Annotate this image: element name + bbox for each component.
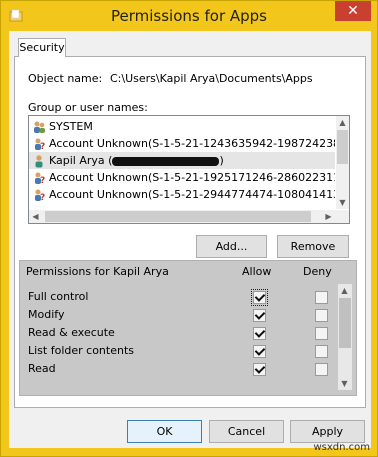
list-item-label: Account Unknown(S-1-5-21-2944774474-1080…	[49, 188, 335, 201]
deny-checkbox[interactable]	[315, 291, 328, 304]
list-item-label: Account Unknown(S-1-5-21-1925171246-2860…	[49, 171, 335, 184]
list-item-label: Account Unknown(S-1-5-21-1243635942-1987…	[49, 137, 335, 150]
redacted-email	[112, 156, 220, 166]
svg-text:?: ?	[40, 193, 45, 202]
permission-name: Read	[28, 362, 56, 375]
deny-checkbox[interactable]	[315, 345, 328, 358]
object-name-value: C:\Users\Kapil Arya\Documents\Apps	[110, 72, 313, 85]
group-icon	[34, 121, 45, 133]
tab-security[interactable]: Security	[18, 38, 66, 57]
add-button[interactable]: Add...	[196, 235, 267, 258]
scroll-down-icon[interactable]: ▼	[336, 196, 349, 209]
scroll-thumb[interactable]	[339, 298, 351, 348]
list-item[interactable]: ? Account Unknown(S-1-5-21-1243635942-19…	[29, 135, 335, 152]
close-button[interactable]: ✕	[335, 1, 371, 21]
object-name-label: Object name:	[28, 72, 103, 85]
deny-checkbox[interactable]	[315, 309, 328, 322]
allow-checkbox[interactable]	[251, 289, 268, 306]
allow-checkbox[interactable]	[253, 345, 266, 358]
list-item-selected[interactable]: Kapil Arya ()	[29, 152, 335, 169]
group-user-listbox[interactable]: SYSTEM ? Account Unknown(S-1-5-21-124363…	[28, 115, 350, 224]
user-icon	[35, 155, 43, 168]
permissions-header: Permissions for Kapil Arya	[26, 265, 169, 278]
apply-button[interactable]: Apply	[290, 420, 365, 443]
title-bar[interactable]: Permissions for Apps ✕	[1, 1, 377, 31]
permission-row-read: Read	[28, 360, 328, 378]
permission-name: Read & execute	[28, 326, 115, 339]
scroll-thumb[interactable]	[337, 130, 348, 164]
deny-column-header: Deny	[303, 265, 332, 278]
list-item-label: SYSTEM	[49, 120, 93, 133]
permissions-scrollbar[interactable]: ▲ ▼	[338, 284, 352, 390]
deny-checkbox[interactable]	[315, 363, 328, 376]
window-title: Permissions for Apps	[111, 7, 267, 25]
dialog-client-area: Security Object name: C:\Users\Kapil Ary…	[9, 31, 371, 448]
list-horizontal-scrollbar[interactable]: ◀ ▶	[29, 210, 349, 223]
scroll-up-icon[interactable]: ▲	[338, 284, 351, 297]
list-item-label: Kapil Arya (	[49, 154, 113, 167]
permission-name: Full control	[28, 290, 89, 303]
remove-button[interactable]: Remove	[277, 235, 349, 258]
list-vertical-scrollbar[interactable]: ▲ ▼	[336, 116, 349, 209]
watermark: wsxdn.com	[313, 442, 370, 453]
list-item[interactable]: SYSTEM	[29, 118, 335, 135]
permissions-dialog: Permissions for Apps ✕ Security Object n…	[0, 0, 378, 457]
allow-checkbox[interactable]	[253, 363, 266, 376]
unknown-user-icon: ?	[35, 189, 45, 202]
allow-checkbox[interactable]	[253, 309, 266, 322]
deny-checkbox[interactable]	[315, 327, 328, 340]
scroll-up-icon[interactable]: ▲	[336, 116, 349, 129]
list-item[interactable]: ? Account Unknown(S-1-5-21-2944774474-10…	[29, 186, 335, 203]
permission-name: List folder contents	[28, 344, 134, 357]
permission-row-read-execute: Read & execute	[28, 324, 328, 342]
list-item[interactable]: ? Account Unknown(S-1-5-21-1925171246-28…	[29, 169, 335, 186]
unknown-user-icon: ?	[35, 172, 45, 185]
permission-row-list-folder-contents: List folder contents	[28, 342, 328, 360]
unknown-user-icon: ?	[35, 138, 45, 151]
scroll-down-icon[interactable]: ▼	[338, 377, 351, 390]
group-names-label: Group or user names:	[28, 101, 148, 114]
ok-button[interactable]: OK	[127, 420, 202, 443]
scroll-right-icon[interactable]: ▶	[322, 210, 335, 223]
list-item-suffix: )	[219, 154, 224, 167]
svg-text:?: ?	[40, 142, 45, 151]
permission-name: Modify	[28, 308, 65, 321]
allow-checkbox[interactable]	[253, 327, 266, 340]
allow-column-header: Allow	[242, 265, 272, 278]
scroll-thumb[interactable]	[45, 211, 311, 222]
scroll-left-icon[interactable]: ◀	[29, 210, 42, 223]
svg-text:?: ?	[40, 176, 45, 185]
permission-row-full-control: Full control	[28, 288, 328, 306]
permission-row-modify: Modify	[28, 306, 328, 324]
cancel-button[interactable]: Cancel	[209, 420, 284, 443]
security-tab-panel: Object name: C:\Users\Kapil Arya\Documen…	[14, 56, 366, 408]
permissions-panel: Permissions for Kapil Arya Allow Deny Fu…	[19, 260, 357, 396]
